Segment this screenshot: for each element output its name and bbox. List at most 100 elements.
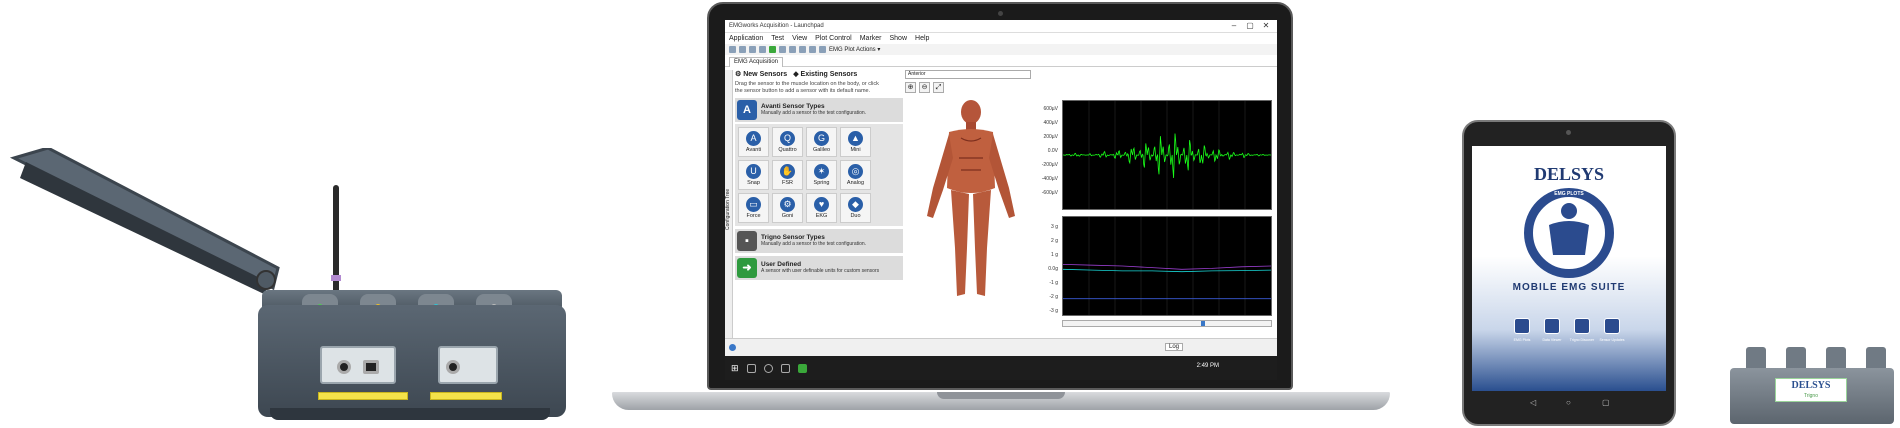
time-scroll-thumb[interactable]	[1201, 321, 1205, 326]
ring-label-top: EMG PLOTS	[1554, 191, 1584, 197]
analog-icon: ◎	[848, 163, 863, 179]
sensor-button-galileo[interactable]: G Galileo	[806, 126, 837, 157]
menu-test[interactable]: Test	[771, 35, 784, 42]
menu-show[interactable]: Show	[890, 35, 908, 42]
back-nav-icon[interactable]: ◁	[1530, 398, 1536, 407]
acc-trace	[1062, 217, 1272, 315]
home-nav-icon[interactable]: ○	[1566, 398, 1571, 407]
plot-icon[interactable]	[819, 46, 826, 53]
tab-emg-acquisition[interactable]: EMG Acquisition	[729, 57, 784, 67]
menu-marker[interactable]: Marker	[860, 35, 882, 42]
duo-icon: ◆	[848, 196, 863, 212]
muscle-view-dropdown[interactable]: Anterior	[905, 70, 1031, 79]
stop-icon[interactable]	[779, 46, 786, 53]
marker-icon[interactable]	[809, 46, 816, 53]
emg-ytick: 600µV	[1043, 106, 1058, 112]
configuration-tree-tab[interactable]: Configuration Tree	[725, 70, 733, 338]
close-button[interactable]: ✕	[1259, 21, 1273, 30]
fsr-icon: ✋	[780, 163, 795, 179]
toolbar: EMG Plot Actions ▾	[725, 44, 1277, 55]
zoom-icon[interactable]	[799, 46, 806, 53]
settings-icon[interactable]	[759, 46, 766, 53]
sensor-panel-header: ⚙ New Sensors ◆ Existing Sensors	[735, 70, 903, 78]
fit-icon[interactable]: ⤢	[933, 82, 944, 93]
power-port-icon[interactable]	[337, 360, 351, 374]
taskbar-clock: 2:49 PM	[1196, 363, 1219, 369]
minimize-button[interactable]: –	[1227, 21, 1241, 30]
file-explorer-icon[interactable]	[780, 363, 790, 373]
sensor-button-force[interactable]: ▭ Force	[738, 192, 769, 223]
menu-plot-control[interactable]: Plot Control	[815, 35, 852, 42]
zoom-in-icon[interactable]: ⊕	[905, 82, 916, 93]
base-left-panel	[320, 346, 396, 384]
acc-ytick: 0.0g	[1048, 266, 1058, 272]
sensor-button-duo[interactable]: ◆ Duo	[840, 192, 871, 223]
play-icon[interactable]	[769, 46, 776, 53]
sensor-button-analog[interactable]: ◎ Analog	[840, 159, 871, 190]
emg-plot[interactable]	[1062, 100, 1272, 210]
task-view-icon[interactable]	[763, 363, 773, 373]
anatomy-figure[interactable]	[921, 98, 1021, 303]
user-defined-title: User Defined	[761, 261, 802, 269]
menu-help[interactable]: Help	[915, 35, 929, 42]
webcam-icon	[998, 11, 1003, 16]
sensor-button-ekg[interactable]: ♥ EKG	[806, 192, 837, 223]
time-scrollbar[interactable]	[1062, 320, 1272, 327]
maximize-button[interactable]: ▢	[1243, 21, 1257, 30]
base-station-foot	[270, 408, 550, 420]
emg-suite-ring	[1524, 188, 1614, 278]
tablet-screen: DELSYS EMG PLOTS MOBILE EMG SUITE EMG Pl…	[1472, 146, 1666, 391]
open-icon[interactable]	[739, 46, 746, 53]
dongle-brand: DELSYS	[1791, 380, 1831, 391]
log-button[interactable]: Log	[1165, 343, 1184, 351]
sensor-button-avanti[interactable]: A Avanti	[738, 126, 769, 157]
emgworks-taskbar-icon[interactable]	[797, 363, 807, 373]
trigno-sensor-types[interactable]: ▪ Trigno Sensor Types Manually add a sen…	[735, 228, 903, 253]
app-label: Trigno Discover	[1569, 338, 1595, 342]
base-station-body	[258, 305, 566, 417]
quattro-icon: Q	[780, 130, 795, 146]
sensor-button-snap[interactable]: U Snap	[738, 159, 769, 190]
dongle-label: DELSYS Trigno	[1775, 378, 1847, 402]
acc-plot[interactable]	[1062, 216, 1272, 316]
user-defined-sensor[interactable]: ➜ User Defined A sensor with user defina…	[735, 255, 903, 280]
menu-view[interactable]: View	[792, 35, 807, 42]
recents-nav-icon[interactable]: ▢	[1602, 398, 1610, 407]
app-trigno-discover-icon[interactable]	[1574, 318, 1590, 334]
sensor-instructions: Drag the sensor to the muscle location o…	[735, 81, 879, 94]
athlete-icon	[1549, 203, 1589, 255]
sensor-button-spring[interactable]: ✶ Spring	[806, 159, 837, 190]
acc-ytick: -1 g	[1049, 280, 1058, 286]
sensor-button-quattro[interactable]: Q Quattro	[772, 126, 803, 157]
new-sensors-tab[interactable]: ⚙ New Sensors	[735, 70, 787, 78]
app-label: EMG Plots	[1513, 338, 1531, 342]
app-emg-plots-icon[interactable]	[1514, 318, 1530, 334]
menu-application[interactable]: Application	[729, 35, 763, 42]
status-bar: Log	[725, 338, 1277, 356]
analog-port-icon[interactable]	[446, 360, 460, 374]
search-icon[interactable]	[746, 363, 756, 373]
laptop-notch	[937, 392, 1065, 399]
new-icon[interactable]	[729, 46, 736, 53]
zoom-out-icon[interactable]: ⊖	[919, 82, 930, 93]
spring-icon: ✶	[814, 163, 829, 179]
emg-plot-actions-dropdown[interactable]: EMG Plot Actions ▾	[829, 46, 880, 53]
ekg-icon: ♥	[814, 196, 829, 212]
taskbar: ⊞ 2:49 PM	[725, 356, 1277, 380]
app-data-viewer-icon[interactable]	[1544, 318, 1560, 334]
windows-start-icon[interactable]: ⊞	[731, 363, 739, 374]
app-sensor-updates-icon[interactable]	[1604, 318, 1620, 334]
sensor-button-mini[interactable]: ▲ Mini	[840, 126, 871, 157]
existing-sensors-tab[interactable]: ◆ Existing Sensors	[793, 70, 857, 78]
save-icon[interactable]	[749, 46, 756, 53]
emg-ytick: -600µV	[1041, 190, 1058, 196]
window-titlebar: EMGworks Acquisition - Launchpad – ▢ ✕	[725, 20, 1277, 33]
emg-trace	[1063, 101, 1271, 209]
usb-port-icon[interactable]	[363, 360, 379, 374]
record-icon[interactable]	[789, 46, 796, 53]
body-panel: Anterior ⊕ ⊖ ⤢	[901, 68, 1033, 336]
dongle-model: Trigno	[1804, 393, 1818, 399]
acc-ytick: 1 g	[1051, 252, 1058, 258]
sensor-button-goni[interactable]: ⚙ Goni	[772, 192, 803, 223]
sensor-button-fsr[interactable]: ✋ FSR	[772, 159, 803, 190]
